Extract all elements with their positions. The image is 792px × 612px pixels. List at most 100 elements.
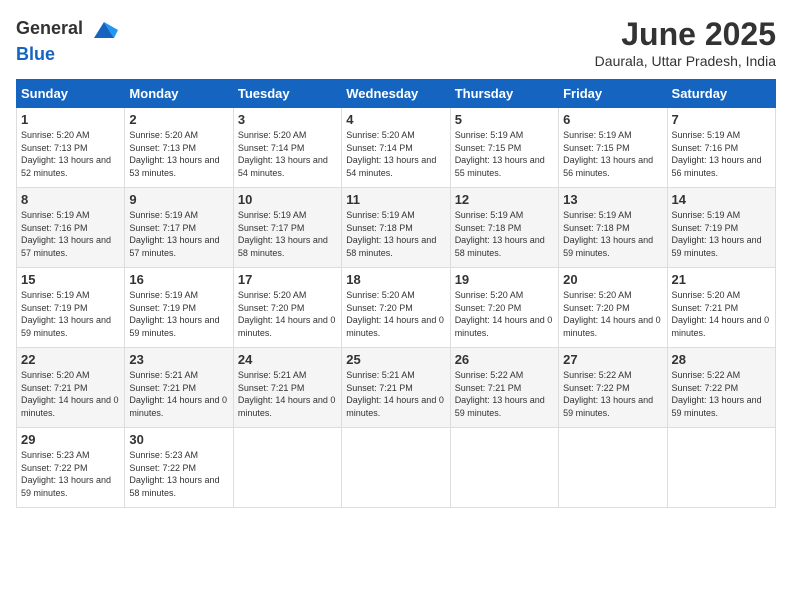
day-cell-4: 4 Sunrise: 5:20 AM Sunset: 7:14 PM Dayli… <box>342 108 450 188</box>
day-cell-18: 18 Sunrise: 5:20 AM Sunset: 7:20 PM Dayl… <box>342 268 450 348</box>
week-row-2: 8 Sunrise: 5:19 AM Sunset: 7:16 PM Dayli… <box>17 188 776 268</box>
day-cell-23: 23 Sunrise: 5:21 AM Sunset: 7:21 PM Dayl… <box>125 348 233 428</box>
day-cell-30: 30 Sunrise: 5:23 AM Sunset: 7:22 PM Dayl… <box>125 428 233 508</box>
day-info: Sunrise: 5:19 AM Sunset: 7:19 PM Dayligh… <box>129 289 228 339</box>
day-cell-13: 13 Sunrise: 5:19 AM Sunset: 7:18 PM Dayl… <box>559 188 667 268</box>
day-cell-28: 28 Sunrise: 5:22 AM Sunset: 7:22 PM Dayl… <box>667 348 775 428</box>
day-info: Sunrise: 5:19 AM Sunset: 7:16 PM Dayligh… <box>672 129 771 179</box>
day-cell-9: 9 Sunrise: 5:19 AM Sunset: 7:17 PM Dayli… <box>125 188 233 268</box>
day-info: Sunrise: 5:23 AM Sunset: 7:22 PM Dayligh… <box>129 449 228 499</box>
logo: General Blue <box>16 16 118 65</box>
day-number: 12 <box>455 192 554 207</box>
col-tuesday: Tuesday <box>233 80 341 108</box>
day-cell-29: 29 Sunrise: 5:23 AM Sunset: 7:22 PM Dayl… <box>17 428 125 508</box>
day-number: 8 <box>21 192 120 207</box>
day-info: Sunrise: 5:19 AM Sunset: 7:18 PM Dayligh… <box>455 209 554 259</box>
day-number: 29 <box>21 432 120 447</box>
day-number: 28 <box>672 352 771 367</box>
day-info: Sunrise: 5:19 AM Sunset: 7:17 PM Dayligh… <box>238 209 337 259</box>
day-info: Sunrise: 5:21 AM Sunset: 7:21 PM Dayligh… <box>238 369 337 419</box>
day-cell-15: 15 Sunrise: 5:19 AM Sunset: 7:19 PM Dayl… <box>17 268 125 348</box>
day-info: Sunrise: 5:20 AM Sunset: 7:14 PM Dayligh… <box>346 129 445 179</box>
day-info: Sunrise: 5:22 AM Sunset: 7:21 PM Dayligh… <box>455 369 554 419</box>
day-number: 3 <box>238 112 337 127</box>
empty-cell <box>450 428 558 508</box>
col-wednesday: Wednesday <box>342 80 450 108</box>
week-row-4: 22 Sunrise: 5:20 AM Sunset: 7:21 PM Dayl… <box>17 348 776 428</box>
day-number: 2 <box>129 112 228 127</box>
day-info: Sunrise: 5:20 AM Sunset: 7:20 PM Dayligh… <box>346 289 445 339</box>
day-info: Sunrise: 5:20 AM Sunset: 7:21 PM Dayligh… <box>672 289 771 339</box>
day-number: 30 <box>129 432 228 447</box>
day-cell-7: 7 Sunrise: 5:19 AM Sunset: 7:16 PM Dayli… <box>667 108 775 188</box>
day-info: Sunrise: 5:19 AM Sunset: 7:15 PM Dayligh… <box>455 129 554 179</box>
day-info: Sunrise: 5:20 AM Sunset: 7:20 PM Dayligh… <box>563 289 662 339</box>
day-info: Sunrise: 5:21 AM Sunset: 7:21 PM Dayligh… <box>129 369 228 419</box>
day-info: Sunrise: 5:20 AM Sunset: 7:20 PM Dayligh… <box>238 289 337 339</box>
day-cell-3: 3 Sunrise: 5:20 AM Sunset: 7:14 PM Dayli… <box>233 108 341 188</box>
day-info: Sunrise: 5:19 AM Sunset: 7:15 PM Dayligh… <box>563 129 662 179</box>
day-cell-11: 11 Sunrise: 5:19 AM Sunset: 7:18 PM Dayl… <box>342 188 450 268</box>
day-info: Sunrise: 5:22 AM Sunset: 7:22 PM Dayligh… <box>563 369 662 419</box>
day-cell-19: 19 Sunrise: 5:20 AM Sunset: 7:20 PM Dayl… <box>450 268 558 348</box>
day-number: 15 <box>21 272 120 287</box>
day-cell-25: 25 Sunrise: 5:21 AM Sunset: 7:21 PM Dayl… <box>342 348 450 428</box>
day-cell-5: 5 Sunrise: 5:19 AM Sunset: 7:15 PM Dayli… <box>450 108 558 188</box>
logo-text-general: General <box>16 18 83 38</box>
day-info: Sunrise: 5:20 AM Sunset: 7:20 PM Dayligh… <box>455 289 554 339</box>
day-number: 6 <box>563 112 662 127</box>
day-number: 1 <box>21 112 120 127</box>
day-number: 10 <box>238 192 337 207</box>
week-row-5: 29 Sunrise: 5:23 AM Sunset: 7:22 PM Dayl… <box>17 428 776 508</box>
day-cell-21: 21 Sunrise: 5:20 AM Sunset: 7:21 PM Dayl… <box>667 268 775 348</box>
empty-cell <box>342 428 450 508</box>
day-number: 13 <box>563 192 662 207</box>
day-cell-10: 10 Sunrise: 5:19 AM Sunset: 7:17 PM Dayl… <box>233 188 341 268</box>
day-info: Sunrise: 5:19 AM Sunset: 7:19 PM Dayligh… <box>672 209 771 259</box>
calendar-table: Sunday Monday Tuesday Wednesday Thursday… <box>16 79 776 508</box>
week-row-1: 1 Sunrise: 5:20 AM Sunset: 7:13 PM Dayli… <box>17 108 776 188</box>
day-info: Sunrise: 5:19 AM Sunset: 7:18 PM Dayligh… <box>346 209 445 259</box>
day-info: Sunrise: 5:22 AM Sunset: 7:22 PM Dayligh… <box>672 369 771 419</box>
empty-cell <box>559 428 667 508</box>
day-info: Sunrise: 5:19 AM Sunset: 7:19 PM Dayligh… <box>21 289 120 339</box>
day-number: 27 <box>563 352 662 367</box>
day-info: Sunrise: 5:20 AM Sunset: 7:14 PM Dayligh… <box>238 129 337 179</box>
day-info: Sunrise: 5:19 AM Sunset: 7:16 PM Dayligh… <box>21 209 120 259</box>
day-number: 4 <box>346 112 445 127</box>
day-cell-20: 20 Sunrise: 5:20 AM Sunset: 7:20 PM Dayl… <box>559 268 667 348</box>
day-number: 16 <box>129 272 228 287</box>
day-info: Sunrise: 5:23 AM Sunset: 7:22 PM Dayligh… <box>21 449 120 499</box>
day-cell-14: 14 Sunrise: 5:19 AM Sunset: 7:19 PM Dayl… <box>667 188 775 268</box>
day-number: 21 <box>672 272 771 287</box>
day-number: 24 <box>238 352 337 367</box>
day-number: 25 <box>346 352 445 367</box>
day-info: Sunrise: 5:19 AM Sunset: 7:18 PM Dayligh… <box>563 209 662 259</box>
day-number: 9 <box>129 192 228 207</box>
day-info: Sunrise: 5:20 AM Sunset: 7:13 PM Dayligh… <box>129 129 228 179</box>
day-number: 18 <box>346 272 445 287</box>
day-cell-16: 16 Sunrise: 5:19 AM Sunset: 7:19 PM Dayl… <box>125 268 233 348</box>
day-number: 14 <box>672 192 771 207</box>
day-number: 23 <box>129 352 228 367</box>
empty-cell <box>667 428 775 508</box>
day-cell-8: 8 Sunrise: 5:19 AM Sunset: 7:16 PM Dayli… <box>17 188 125 268</box>
day-number: 20 <box>563 272 662 287</box>
day-cell-17: 17 Sunrise: 5:20 AM Sunset: 7:20 PM Dayl… <box>233 268 341 348</box>
day-cell-2: 2 Sunrise: 5:20 AM Sunset: 7:13 PM Dayli… <box>125 108 233 188</box>
location-title: Daurala, Uttar Pradesh, India <box>595 53 776 69</box>
col-monday: Monday <box>125 80 233 108</box>
day-number: 17 <box>238 272 337 287</box>
day-info: Sunrise: 5:20 AM Sunset: 7:13 PM Dayligh… <box>21 129 120 179</box>
month-title: June 2025 <box>595 16 776 53</box>
col-friday: Friday <box>559 80 667 108</box>
day-cell-26: 26 Sunrise: 5:22 AM Sunset: 7:21 PM Dayl… <box>450 348 558 428</box>
day-cell-24: 24 Sunrise: 5:21 AM Sunset: 7:21 PM Dayl… <box>233 348 341 428</box>
page-header: General Blue June 2025 Daurala, Uttar Pr… <box>16 16 776 69</box>
day-cell-22: 22 Sunrise: 5:20 AM Sunset: 7:21 PM Dayl… <box>17 348 125 428</box>
logo-text-blue: Blue <box>16 44 55 64</box>
col-sunday: Sunday <box>17 80 125 108</box>
day-number: 22 <box>21 352 120 367</box>
day-number: 26 <box>455 352 554 367</box>
col-saturday: Saturday <box>667 80 775 108</box>
